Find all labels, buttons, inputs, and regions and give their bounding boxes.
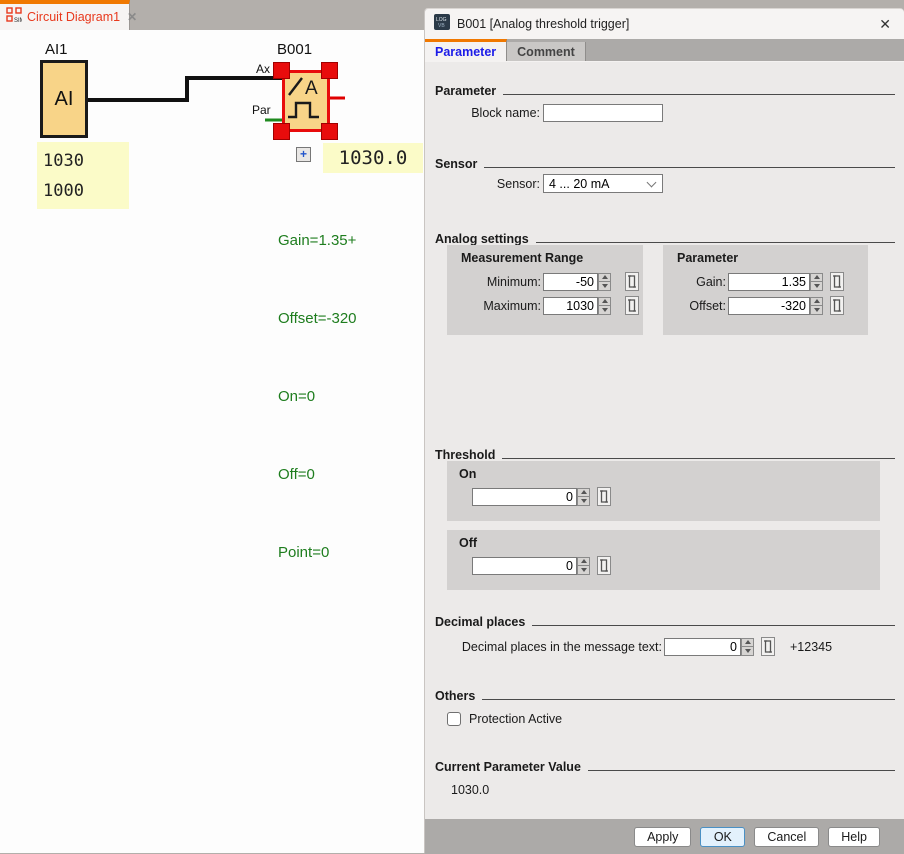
threshold-on-group: On — [447, 461, 880, 521]
ai-block[interactable]: AI — [40, 60, 88, 138]
offset-label: Offset: — [671, 299, 726, 313]
chevron-down-icon — [647, 177, 657, 187]
help-button[interactable]: Help — [828, 827, 880, 847]
decimal-places-input[interactable] — [664, 638, 741, 656]
decimal-format-hint: +12345 — [790, 640, 832, 654]
maximum-spinner[interactable] — [598, 297, 611, 315]
block-name-label: Block name: — [433, 106, 540, 120]
offset-reference-button[interactable] — [830, 296, 844, 315]
tab-parameter[interactable]: Parameter — [425, 39, 507, 61]
sensor-dropdown[interactable]: 4 ... 20 mA — [543, 174, 663, 193]
section-decimal-places: Decimal places — [435, 615, 895, 629]
threshold-on-row — [472, 487, 611, 506]
tab-label: Circuit Diagram1 — [27, 10, 120, 24]
section-current-parameter-value: Current Parameter Value — [435, 760, 895, 774]
threshold-on-input[interactable] — [472, 488, 577, 506]
tab-circuit-diagram[interactable]: SIM Circuit Diagram1 ✕ — [0, 0, 130, 30]
block-properties-dialog: LOG VB B001 [Analog threshold trigger] ✕… — [424, 8, 904, 853]
ok-button[interactable]: OK — [700, 827, 745, 847]
maximum-input[interactable] — [543, 297, 598, 315]
threshold-off-spinner[interactable] — [577, 557, 590, 575]
svg-text:SIM: SIM — [14, 18, 22, 23]
maximum-reference-button[interactable] — [625, 296, 639, 315]
decimal-places-row: Decimal places in the message text: +123… — [433, 637, 832, 656]
selection-handle[interactable] — [322, 63, 337, 78]
threshold-off-input[interactable] — [472, 557, 577, 575]
minimum-label: Minimum: — [461, 275, 541, 289]
b001-parameter-annotations: Gain=1.35+ Offset=-320 On=0 Off=0 Point=… — [278, 176, 357, 592]
parameter-group: Parameter Gain: Offset: — [663, 245, 868, 335]
sensor-selected-value: 4 ... 20 mA — [549, 177, 648, 191]
minimum-spinner[interactable] — [598, 273, 611, 291]
ai-block-label: AI1 — [45, 41, 68, 58]
threshold-on-reference-button[interactable] — [597, 487, 611, 506]
decimal-places-label: Decimal places in the message text: — [433, 640, 662, 654]
dialog-close-icon[interactable]: ✕ — [875, 16, 895, 33]
sensor-label: Sensor: — [433, 177, 540, 191]
logo-icon: LOG VB — [434, 14, 450, 35]
gain-input[interactable] — [728, 273, 810, 291]
protection-row: Protection Active — [447, 712, 562, 726]
dialog-titlebar[interactable]: LOG VB B001 [Analog threshold trigger] ✕ — [425, 9, 904, 39]
minimum-row: Minimum: — [461, 272, 639, 291]
sensor-row: Sensor: 4 ... 20 mA — [433, 174, 663, 193]
section-others: Others — [435, 689, 895, 703]
protection-active-label: Protection Active — [469, 712, 562, 726]
dialog-body: Parameter Block name: Sensor Sensor: 4 .… — [425, 61, 904, 819]
cancel-button[interactable]: Cancel — [754, 827, 819, 847]
block-name-input[interactable] — [543, 104, 663, 122]
apply-button[interactable]: Apply — [634, 827, 691, 847]
block-name-row: Block name: — [433, 104, 663, 122]
section-parameter: Parameter — [435, 84, 895, 98]
threshold-off-row — [472, 556, 611, 575]
gain-reference-button[interactable] — [830, 272, 844, 291]
sim-icon: SIM — [6, 7, 22, 28]
threshold-off-group: Off — [447, 530, 880, 590]
offset-row: Offset: — [671, 296, 844, 315]
section-threshold: Threshold — [435, 448, 895, 462]
threshold-on-spinner[interactable] — [577, 488, 590, 506]
gain-row: Gain: — [671, 272, 844, 291]
minimum-reference-button[interactable] — [625, 272, 639, 291]
offset-input[interactable] — [728, 297, 810, 315]
dialog-title: B001 [Analog threshold trigger] — [457, 17, 868, 31]
gain-label: Gain: — [671, 275, 726, 289]
b001-param-pin-label: Par — [252, 103, 271, 117]
b001-sim-value: 1030.0 — [323, 143, 423, 173]
svg-text:VB: VB — [438, 23, 445, 29]
b001-input-pin-label: Ax — [256, 62, 270, 76]
decimal-places-spinner[interactable] — [741, 638, 754, 656]
decimal-places-reference-button[interactable] — [761, 637, 775, 656]
maximum-row: Maximum: — [461, 296, 639, 315]
svg-text:A: A — [305, 78, 318, 99]
maximum-label: Maximum: — [461, 299, 541, 313]
b001-block-label: B001 — [277, 41, 312, 58]
dialog-tabstrip: Parameter Comment — [425, 39, 904, 61]
ai-block-symbol: AI — [55, 88, 74, 111]
threshold-trigger-symbol: A — [285, 73, 327, 129]
selection-handle[interactable] — [274, 63, 289, 78]
ai-sim-values: 1030 1000 — [37, 142, 129, 209]
tab-close-icon[interactable]: ✕ — [127, 10, 137, 24]
b001-block[interactable]: A — [282, 70, 330, 132]
tab-comment[interactable]: Comment — [507, 42, 586, 61]
protection-active-checkbox[interactable] — [447, 712, 461, 726]
expand-parameters-button[interactable]: + — [296, 147, 311, 162]
threshold-off-reference-button[interactable] — [597, 556, 611, 575]
section-analog-settings: Analog settings — [435, 232, 895, 246]
measurement-range-group: Measurement Range Minimum: Maximum: — [447, 245, 643, 335]
selection-handle[interactable] — [274, 124, 289, 139]
current-parameter-value: 1030.0 — [451, 783, 489, 797]
minimum-input[interactable] — [543, 273, 598, 291]
dialog-button-bar: Apply OK Cancel Help — [425, 819, 904, 854]
section-sensor: Sensor — [435, 157, 895, 171]
selection-handle[interactable] — [322, 124, 337, 139]
gain-spinner[interactable] — [810, 273, 823, 291]
offset-spinner[interactable] — [810, 297, 823, 315]
